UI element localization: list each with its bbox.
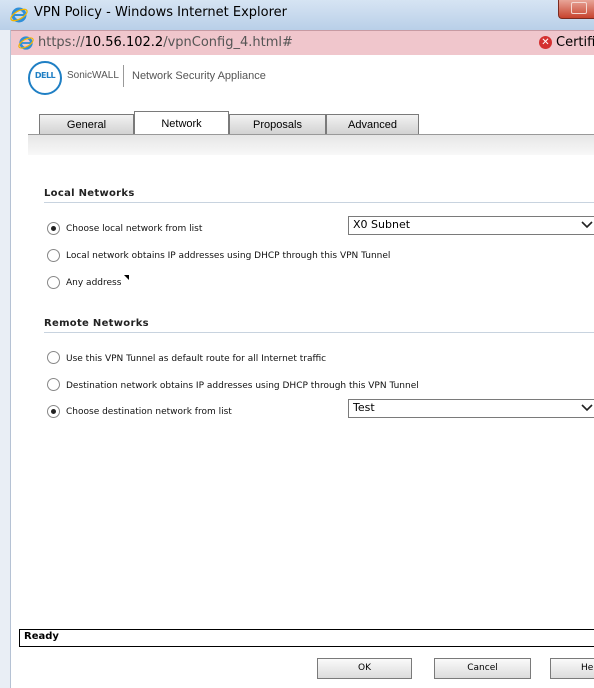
section-divider	[44, 332, 594, 333]
dell-logo: DELL	[28, 61, 62, 95]
cancel-button[interactable]: Cancel	[434, 658, 531, 679]
local-dhcp-radio[interactable]	[47, 249, 60, 262]
tab-content-header	[28, 134, 594, 155]
section-divider	[44, 202, 594, 203]
close-icon	[571, 2, 587, 14]
remote-networks-title: Remote Networks	[44, 318, 149, 329]
page-content: DELL SonicWALL Network Security Applianc…	[11, 55, 594, 688]
local-any-radio[interactable]	[47, 276, 60, 289]
remote-default-route-label: Use this VPN Tunnel as default route for…	[66, 354, 327, 364]
remote-dhcp-radio[interactable]	[47, 378, 60, 391]
url-host: 10.56.102.2	[84, 35, 164, 50]
remote-dhcp-label: Destination network obtains IP addresses…	[66, 381, 419, 391]
chevron-down-icon	[581, 404, 593, 412]
background-window-edge	[0, 30, 11, 688]
chevron-down-icon	[581, 221, 593, 229]
tab-network[interactable]: Network	[134, 111, 229, 136]
local-networks-title: Local Networks	[44, 188, 135, 199]
tab-advanced[interactable]: Advanced	[326, 114, 419, 136]
local-choose-radio[interactable]	[47, 222, 60, 235]
window-title: VPN Policy - Windows Internet Explorer	[34, 5, 287, 20]
remote-network-value: Test	[353, 401, 375, 414]
brand-divider	[123, 65, 124, 87]
local-network-select[interactable]: X0 Subnet	[348, 216, 594, 235]
local-choose-label: Choose local network from list	[66, 224, 203, 234]
remote-choose-radio[interactable]	[47, 405, 60, 418]
tab-general[interactable]: General	[39, 114, 134, 136]
remote-default-route-radio[interactable]	[47, 351, 60, 364]
internet-explorer-icon	[10, 7, 28, 23]
address-url[interactable]: https://10.56.102.2/vpnConfig_4.html#	[38, 35, 293, 50]
ok-button[interactable]: OK	[317, 658, 412, 679]
tab-proposals[interactable]: Proposals	[229, 114, 326, 136]
certificate-error-icon[interactable]: ✕	[539, 36, 552, 49]
remote-choose-label: Choose destination network from list	[66, 407, 232, 417]
internet-explorer-icon	[18, 36, 34, 50]
url-scheme: https://	[38, 35, 85, 50]
address-bar[interactable]: https://10.56.102.2/vpnConfig_4.html# ✕ …	[10, 30, 594, 56]
local-any-label: Any address	[66, 278, 122, 288]
certificate-error-label[interactable]: Certific	[556, 35, 594, 50]
local-network-value: X0 Subnet	[353, 218, 411, 231]
tooltip-marker-icon	[124, 275, 129, 280]
product-name: Network Security Appliance	[132, 70, 266, 82]
window-close-button[interactable]	[558, 0, 594, 19]
url-path: /vpnConfig_4.html#	[163, 35, 293, 50]
local-dhcp-label: Local network obtains IP addresses using…	[66, 251, 391, 261]
help-button[interactable]: Help	[550, 658, 594, 679]
status-bar: Ready	[19, 629, 594, 647]
window-titlebar: VPN Policy - Windows Internet Explorer	[0, 0, 594, 31]
status-text: Ready	[24, 631, 59, 642]
remote-network-select[interactable]: Test	[348, 399, 594, 418]
brand-name: SonicWALL	[67, 70, 119, 81]
